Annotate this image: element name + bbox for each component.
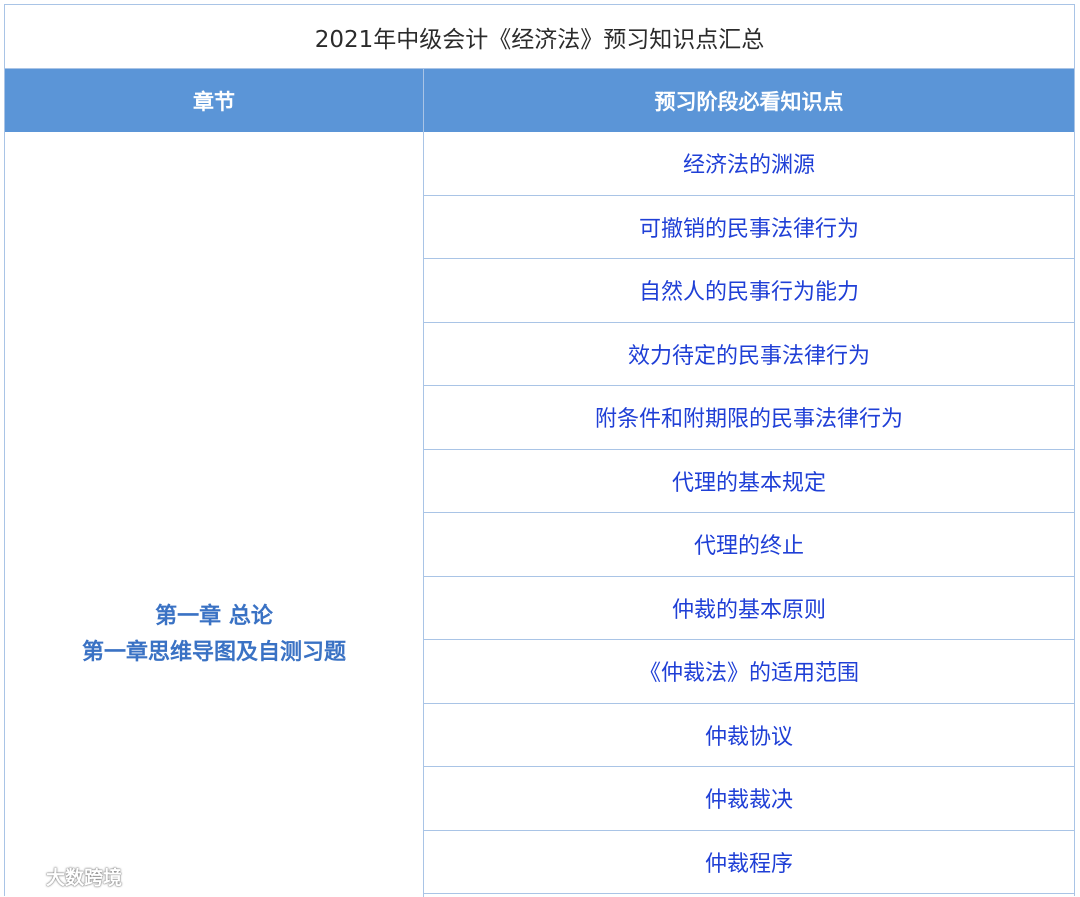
points-list: 经济法的渊源 可撤销的民事法律行为 自然人的民事行为能力 效力待定的民事法律行为… <box>424 132 1074 897</box>
knowledge-point-link[interactable]: 《仲裁法》的适用范围 <box>424 640 1074 704</box>
knowledge-point-link[interactable]: 效力待定的民事法律行为 <box>424 323 1074 387</box>
knowledge-point-link[interactable]: 仲裁协议 <box>424 704 1074 768</box>
knowledge-point-link[interactable]: 经济法的渊源 <box>424 132 1074 196</box>
table-header-row: 章节 预习阶段必看知识点 <box>5 69 1074 132</box>
knowledge-point-link[interactable]: 自然人的民事行为能力 <box>424 259 1074 323</box>
chapter-mindmap-link[interactable]: 第一章思维导图及自测习题 <box>82 635 346 671</box>
chapter-cell: 第一章 总论 第一章思维导图及自测习题 <box>5 132 424 897</box>
watermark-logo-icon <box>8 866 42 888</box>
table-body: 第一章 总论 第一章思维导图及自测习题 经济法的渊源 可撤销的民事法律行为 自然… <box>5 132 1074 897</box>
knowledge-table: 2021年中级会计《经济法》预习知识点汇总 章节 预习阶段必看知识点 第一章 总… <box>4 4 1075 896</box>
knowledge-point-link[interactable]: 附条件和附期限的民事法律行为 <box>424 386 1074 450</box>
knowledge-point-link[interactable]: 仲裁的基本原则 <box>424 577 1074 641</box>
knowledge-point-link[interactable]: 可撤销的民事法律行为 <box>424 196 1074 260</box>
knowledge-point-link[interactable]: 仲裁裁决 <box>424 767 1074 831</box>
knowledge-point-link[interactable]: 代理的基本规定 <box>424 450 1074 514</box>
table-title: 2021年中级会计《经济法》预习知识点汇总 <box>5 5 1074 69</box>
chapter-title-link[interactable]: 第一章 总论 <box>155 599 273 635</box>
watermark: 大数跨境 <box>8 863 122 890</box>
knowledge-point-link[interactable]: 代理的终止 <box>424 513 1074 577</box>
watermark-text: 大数跨境 <box>46 863 122 890</box>
header-chapter: 章节 <box>5 69 424 132</box>
header-points: 预习阶段必看知识点 <box>424 69 1074 132</box>
knowledge-point-link[interactable]: 仲裁程序 <box>424 831 1074 895</box>
